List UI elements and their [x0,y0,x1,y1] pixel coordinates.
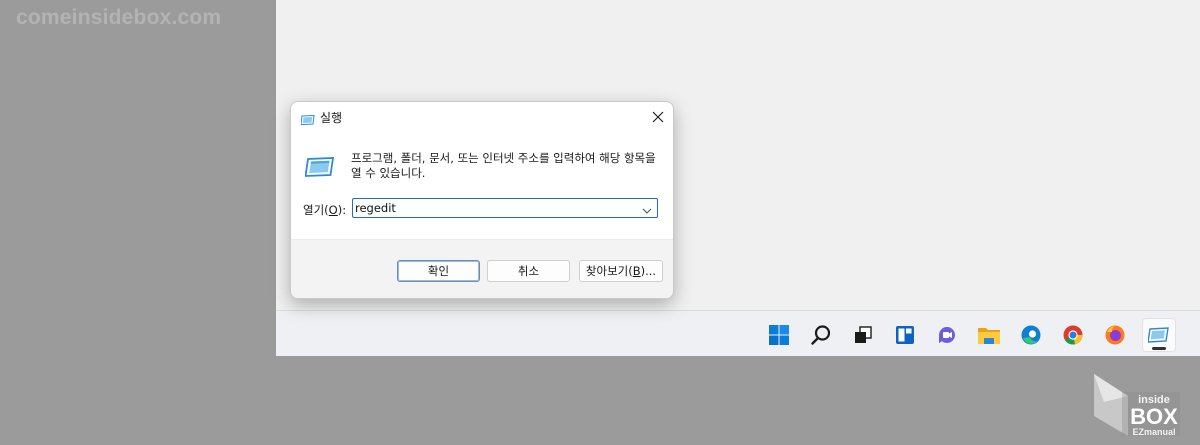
run-dialog: 실행 프로그램, 폴더, 문서, 또는 인터넷 주소를 입력하여 해당 항목을 … [290,101,674,299]
chrome-icon[interactable] [1056,318,1090,352]
active-indicator [1152,347,1166,350]
browse-button[interactable]: 찾아보기(B)... [579,260,663,282]
chat-icon[interactable] [930,318,964,352]
dialog-description: 프로그램, 폴더, 문서, 또는 인터넷 주소를 입력하여 해당 항목을 열 수… [351,151,656,180]
cancel-button[interactable]: 취소 [487,260,570,282]
title-bar[interactable]: 실행 [291,102,673,132]
logo-line3: EZmanual [1132,427,1175,437]
open-combobox[interactable] [352,198,658,218]
open-label: 열기(O): [303,203,347,217]
search-icon[interactable] [804,318,838,352]
task-view-icon[interactable] [846,318,880,352]
dialog-title: 실행 [320,111,343,125]
logo-line2: BOX [1130,404,1178,429]
run-app-icon [304,154,335,184]
site-watermark: comeinsidebox.com [16,6,222,29]
close-button[interactable] [643,102,673,132]
firefox-icon[interactable] [1098,318,1132,352]
insidebox-logo: inside BOX EZmanual [1092,372,1182,438]
dialog-footer: 확인 취소 찾아보기(B)... [291,239,673,298]
open-input[interactable] [355,200,635,216]
file-explorer-icon[interactable] [972,318,1006,352]
close-icon [652,111,664,123]
widgets-icon[interactable] [888,318,922,352]
windows-start-icon[interactable] [762,318,796,352]
ok-button[interactable]: 확인 [397,260,480,282]
chevron-down-icon[interactable] [641,202,653,221]
run-app-icon [300,111,315,130]
taskbar [276,310,1200,356]
run-app-icon[interactable] [1142,318,1176,352]
edge-icon[interactable] [1014,318,1048,352]
